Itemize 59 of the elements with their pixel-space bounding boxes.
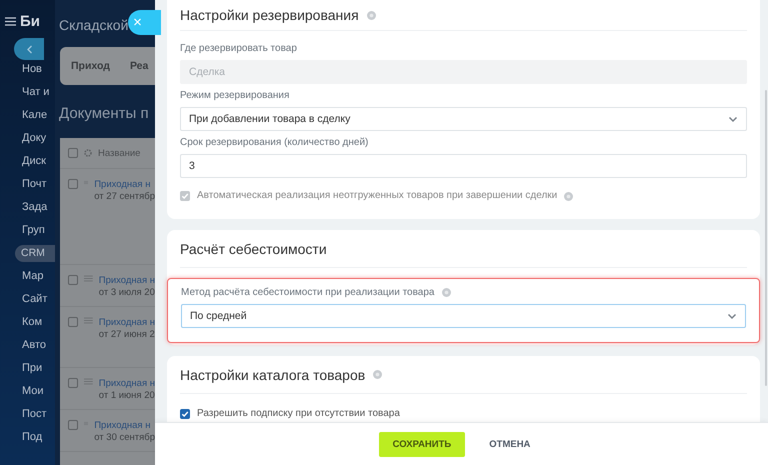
sidebar-item[interactable]: Груп <box>0 219 55 242</box>
document-date: от 30 сентябр <box>94 432 155 444</box>
checkbox[interactable] <box>68 148 78 158</box>
checkbox[interactable] <box>68 179 78 189</box>
sidebar-item[interactable]: Нов <box>0 58 55 81</box>
sidebar-item[interactable]: Ком <box>0 311 55 334</box>
checkbox-label: Автоматическая реализация неотгруженных товаров при завершении сделки <box>197 190 558 202</box>
cancel-button[interactable]: ОТМЕНА <box>475 432 544 456</box>
field-label: Где резервировать товар <box>180 43 297 54</box>
collapse-button[interactable] <box>14 38 44 60</box>
chevron-down-icon <box>728 116 738 122</box>
card-title: Настройки каталога товаров <box>180 366 366 382</box>
checkbox-label: Разрешить подписку при отсутствии товара <box>197 408 400 420</box>
help-icon[interactable] <box>442 288 450 297</box>
sidebar-item[interactable]: Диск <box>0 150 55 173</box>
save-button[interactable]: СОХРАНИТЬ <box>378 432 466 456</box>
checkbox[interactable] <box>180 409 190 419</box>
sidebar-item[interactable]: Чат и <box>0 81 55 104</box>
sidebar-group[interactable]: CRM <box>15 245 55 262</box>
sidebar-item[interactable]: Зада <box>0 196 55 219</box>
card-title: Настройки резервирования <box>180 7 359 23</box>
scrollbar[interactable] <box>765 90 767 386</box>
menu-icon[interactable] <box>5 16 16 26</box>
section-heading: Документы п <box>58 104 150 124</box>
sidebar-item[interactable]: Почт <box>0 173 55 196</box>
checkbox[interactable] <box>68 275 78 285</box>
gear-icon[interactable] <box>84 149 92 157</box>
field-label: Срок резервирования (количество дней) <box>180 137 368 148</box>
dropdown[interactable]: По средней <box>181 304 746 328</box>
sidebar-item[interactable]: Мои <box>0 380 55 403</box>
checkbox[interactable] <box>68 378 78 388</box>
chevron-down-icon <box>727 312 737 320</box>
sidebar-item[interactable]: Пост <box>0 403 55 426</box>
help-icon[interactable] <box>366 10 376 20</box>
checkbox[interactable] <box>68 420 78 430</box>
drag-handle-icon[interactable] <box>84 275 93 282</box>
sidebar-item[interactable]: При <box>0 357 55 380</box>
checkbox[interactable] <box>68 317 78 327</box>
field-label: Режим резервирования <box>180 90 290 101</box>
document-date: от 3 июля 20 <box>98 287 155 299</box>
page-title: Складской <box>59 17 128 35</box>
sidebar-item[interactable]: Кале <box>0 104 55 127</box>
help-icon[interactable] <box>373 370 382 379</box>
dropdown[interactable]: При добавлении товара в сделку <box>180 107 747 131</box>
card-title: Расчёт себестоимости <box>180 240 327 256</box>
text-field[interactable]: 3 <box>180 154 747 178</box>
drag-handle-icon[interactable] <box>84 317 93 324</box>
app-logo: Би <box>20 12 40 30</box>
sidebar-item[interactable]: Под <box>0 426 55 449</box>
document-date: от 27 сентябр <box>94 191 155 203</box>
sidebar-item[interactable]: Доку <box>0 127 55 150</box>
sidebar-item[interactable]: Мар <box>0 265 55 288</box>
drag-handle-icon[interactable] <box>84 378 93 385</box>
sidebar-item[interactable]: Сайт <box>0 288 55 311</box>
document-date: от 1 июня 20 <box>98 390 155 402</box>
sidebar-item[interactable]: Авто <box>0 334 55 357</box>
field-label: Метод расчёта себестоимости при реализации товара <box>181 287 434 298</box>
chevron-left-icon <box>26 44 32 54</box>
document-date: от 27 июня 2 <box>98 329 155 341</box>
